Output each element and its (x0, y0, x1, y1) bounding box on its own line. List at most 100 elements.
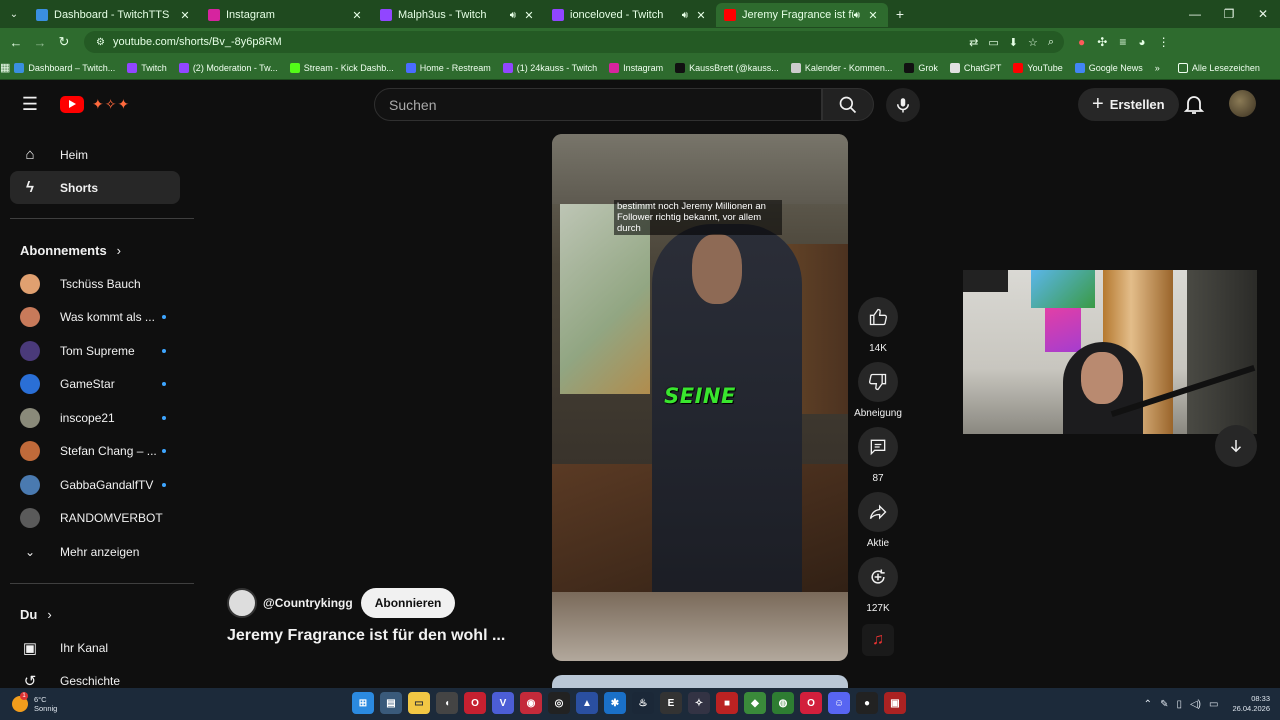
browser-tab[interactable]: Dashboard - TwitchTTS ✕ (28, 3, 200, 27)
subscription-item[interactable]: Tom Supreme (10, 334, 180, 368)
tray-app-icon[interactable]: ✎ (1160, 699, 1168, 710)
subscription-item[interactable]: inscope21 (10, 401, 180, 435)
subscribe-button[interactable]: Abonnieren (360, 588, 456, 618)
bookmark-item[interactable]: Twitch (127, 62, 167, 73)
apps-grid-icon[interactable]: ▦ (0, 61, 10, 74)
zoom-icon[interactable]: ⌕ (1048, 36, 1054, 49)
browser-menu-icon[interactable]: ⋮ (1158, 35, 1170, 49)
close-tab-icon[interactable]: ✕ (866, 9, 880, 22)
reload-button[interactable]: ↻ (52, 34, 76, 50)
epic-games-icon[interactable]: E (660, 692, 682, 714)
bookmark-item[interactable]: KaussBrett (@kauss... (675, 62, 779, 73)
speaker-icon[interactable]: 🔊︎ (854, 10, 860, 21)
more-bookmarks-icon[interactable]: » (1155, 63, 1160, 73)
back-button[interactable]: ← (4, 35, 28, 50)
site-info-icon[interactable]: ⚙ (96, 37, 105, 48)
channel-name[interactable]: @Countrykingg (263, 596, 353, 610)
subscriptions-heading[interactable]: Abonnements › (10, 233, 194, 267)
channel-avatar[interactable] (227, 588, 257, 618)
red-box-app-icon[interactable]: ▣ (884, 692, 906, 714)
account-avatar[interactable] (1229, 90, 1256, 117)
logo-doodle-icon[interactable]: ✦✧✦ (92, 96, 130, 113)
tab-search-button[interactable]: ⌄ (0, 0, 28, 28)
file-explorer-icon[interactable]: ▭ (408, 692, 430, 714)
bookmark-item[interactable]: Home - Restream (405, 62, 491, 73)
bookmark-item[interactable]: (2) Moderation - Tw... (178, 62, 278, 73)
show-more-button[interactable]: ⌄ Mehr anzeigen (10, 535, 180, 569)
like-button[interactable] (858, 297, 898, 337)
browser-tab[interactable]: Instagram ✕ (200, 3, 372, 27)
bookmark-item[interactable]: Instagram (609, 62, 663, 73)
comments-button[interactable] (858, 427, 898, 467)
chrome-icon[interactable]: ◍ (772, 692, 794, 714)
reading-list-icon[interactable]: ≡ (1119, 35, 1126, 49)
game-app-icon[interactable]: ◆ (744, 692, 766, 714)
address-bar[interactable]: ⚙ youtube.com/shorts/Bv_-8y6p8RM ⇄ ▭ ⬇ ☆… (84, 31, 1064, 53)
calculator-icon[interactable]: ▤ (380, 692, 402, 714)
volume-icon[interactable]: ◁) (1190, 699, 1201, 710)
close-tab-icon[interactable]: ✕ (522, 9, 536, 22)
all-bookmarks-link[interactable]: Alle Lesezeichen (1177, 62, 1260, 73)
search-button[interactable] (822, 88, 874, 121)
weather-widget[interactable]: 1 6°C Sonnig (0, 692, 200, 713)
mouse-app-icon[interactable]: ◖ (436, 692, 458, 714)
close-tab-icon[interactable]: ✕ (694, 9, 708, 22)
bookmark-item[interactable]: Stream - Kick Dashb... (289, 62, 394, 73)
youtube-logo[interactable] (60, 95, 84, 113)
short-video-player[interactable]: bestimmt noch Jeremy Millionen an Follow… (552, 134, 848, 661)
voice-search-button[interactable] (886, 88, 920, 122)
install-icon[interactable]: ⬇ (1009, 36, 1018, 49)
close-tab-icon[interactable]: ✕ (178, 9, 192, 22)
notifications-bell-icon[interactable] (1182, 92, 1206, 116)
subscription-item[interactable]: RANDOMVERBOT (10, 502, 180, 536)
bookmark-item[interactable]: Dashboard – Twitch... (14, 62, 115, 73)
clock[interactable]: 08:33 26.04.2026 (1232, 694, 1270, 714)
discord-icon[interactable]: ☺ (828, 692, 850, 714)
bookmark-item[interactable]: Grok (904, 62, 938, 73)
sidebar-item-your-channel[interactable]: ▣ Ihr Kanal (10, 632, 180, 665)
opera-gx-icon[interactable]: O (464, 692, 486, 714)
speaker-icon[interactable]: 🔊︎ (682, 10, 688, 21)
search-input[interactable]: Suchen (374, 88, 822, 121)
network-app-icon[interactable]: ✧ (688, 692, 710, 714)
next-video-button[interactable] (1215, 425, 1257, 467)
subscription-item[interactable]: Tschüss Bauch (10, 267, 180, 301)
opera-icon[interactable]: O (800, 692, 822, 714)
bookmark-item[interactable]: Google News (1074, 62, 1143, 73)
you-heading[interactable]: Du › (10, 598, 194, 632)
close-window-button[interactable]: ✕ (1246, 0, 1280, 28)
minimize-button[interactable]: — (1178, 0, 1212, 28)
sidebar-item-shorts[interactable]: ϟ Shorts (10, 171, 180, 204)
translate-icon[interactable]: ⇄ (969, 36, 978, 49)
new-tab-button[interactable]: + (888, 6, 912, 22)
red-square-app-icon[interactable]: ■ (716, 692, 738, 714)
short-title[interactable]: Jeremy Fragrance ist für den wohl ... (227, 627, 505, 645)
tray-phone-icon[interactable]: ▯ (1176, 699, 1182, 710)
bookmark-star-icon[interactable]: ☆ (1028, 36, 1038, 49)
create-button[interactable]: + Erstellen (1078, 88, 1179, 121)
network-icon[interactable]: ▭ (1209, 699, 1218, 710)
subscription-item[interactable]: Was kommt als ... (10, 301, 180, 335)
tray-overflow-icon[interactable]: ⌃ (1144, 699, 1152, 710)
playstation-icon[interactable]: ▲ (576, 692, 598, 714)
forward-button[interactable]: → (28, 35, 52, 50)
remix-button[interactable] (858, 557, 898, 597)
dislike-button[interactable] (858, 362, 898, 402)
browser-tab[interactable]: Jeremy Fragrance ist für de🔊︎ ✕ (716, 3, 888, 27)
bookmark-item[interactable]: YouTube (1013, 62, 1063, 73)
profile-icon[interactable]: ◕ (1138, 35, 1145, 49)
bookmark-item[interactable]: (1) 24kauss - Twitch (502, 62, 597, 73)
red-app-icon[interactable]: ◉ (520, 692, 542, 714)
maximize-button[interactable]: ❐ (1212, 0, 1246, 28)
steam-icon[interactable]: ♨ (632, 692, 654, 714)
subscription-item[interactable]: GameStar (10, 368, 180, 402)
menu-icon[interactable]: ☰ (0, 94, 60, 115)
sound-thumbnail[interactable]: ♫ (862, 624, 894, 656)
obs-icon[interactable]: ◎ (548, 692, 570, 714)
speaker-icon[interactable]: 🔊︎ (510, 10, 516, 21)
windows-start-icon[interactable]: ⊞ (352, 692, 374, 714)
dark-app-icon[interactable]: ● (856, 692, 878, 714)
battlenet-icon[interactable]: ✱ (604, 692, 626, 714)
extension-icon[interactable]: ● (1078, 35, 1085, 49)
subscription-item[interactable]: GabbaGandalfTV (10, 468, 180, 502)
